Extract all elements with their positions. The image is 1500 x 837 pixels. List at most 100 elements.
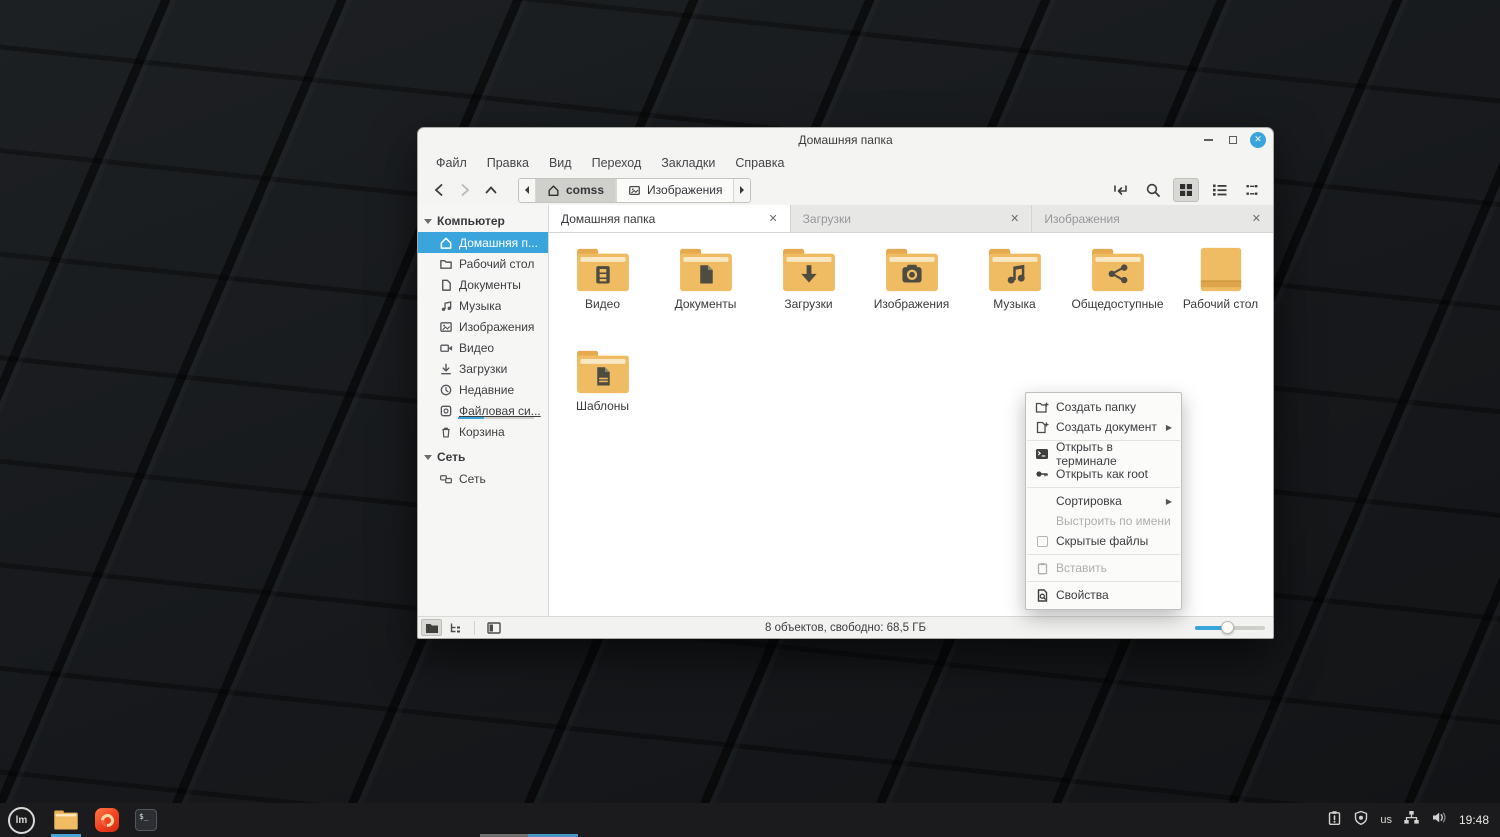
context-item-sort[interactable]: Сортировка ▶ — [1026, 491, 1181, 511]
tab-home[interactable]: Домашняя папка ✕ — [549, 205, 791, 232]
home-icon — [548, 184, 559, 196]
checkbox-icon[interactable] — [1035, 535, 1049, 547]
folder-label: Документы — [674, 297, 737, 311]
menu-separator — [1027, 554, 1180, 555]
menu-edit[interactable]: Правка — [477, 153, 539, 173]
close-button[interactable]: ✕ — [1250, 131, 1266, 148]
folder-templates[interactable]: Шаблоны — [551, 343, 654, 445]
folder-desktop[interactable]: Рабочий стол — [1169, 241, 1272, 343]
folder-icon — [440, 259, 452, 269]
sidebar-item-network[interactable]: Сеть — [418, 468, 548, 489]
terminal-app-icon: $_ — [135, 809, 157, 831]
path-segment-label: comss — [566, 183, 605, 197]
zoom-slider-handle[interactable] — [1221, 621, 1234, 634]
sidebar-item-pictures[interactable]: Изображения — [418, 316, 548, 337]
sidebar-item-videos[interactable]: Видео — [418, 337, 548, 358]
folder-downloads[interactable]: Загрузки — [757, 241, 860, 343]
folder-music[interactable]: Музыка — [963, 241, 1066, 343]
sidebar-item-filesystem[interactable]: Файловая си... — [418, 400, 548, 421]
menu-file[interactable]: Файл — [426, 153, 477, 173]
sidebar-item-music[interactable]: Музыка — [418, 295, 548, 316]
sidebar-section-computer[interactable]: Компьютер — [418, 210, 548, 232]
location-entry-icon — [1113, 184, 1127, 195]
section-header-label: Компьютер — [437, 214, 505, 228]
toolbar-right-group — [1107, 178, 1265, 202]
taskbar-apps: $_ — [51, 803, 159, 837]
zoom-slider[interactable] — [1195, 621, 1265, 634]
folder-label: Шаблоны — [575, 399, 630, 413]
tab-pictures[interactable]: Изображения ✕ — [1032, 205, 1273, 232]
context-item-open-terminal[interactable]: Открыть в терминале — [1026, 440, 1181, 468]
volume-icon[interactable] — [1431, 810, 1448, 830]
search-button[interactable] — [1140, 178, 1166, 202]
sidebar-item-documents[interactable]: Документы — [418, 274, 548, 295]
status-bar: 8 объектов, свободно: 68,5 ГБ — [418, 616, 1273, 638]
maximize-button[interactable] — [1225, 132, 1241, 148]
tab-close-icon[interactable]: ✕ — [768, 212, 777, 225]
sidebar-item-label: Сеть — [459, 471, 486, 486]
tab-bar: Домашняя папка ✕ Загрузки ✕ Изображения … — [549, 205, 1273, 233]
image-icon — [440, 321, 452, 332]
sidebar-item-desktop[interactable]: Рабочий стол — [418, 253, 548, 274]
menu-go[interactable]: Переход — [582, 153, 652, 173]
sidebar-section-network[interactable]: Сеть — [418, 446, 548, 468]
folder-public[interactable]: Общедоступные — [1066, 241, 1169, 343]
sidebar: Компьютер Домашняя п... Рабочий стол Док… — [418, 205, 549, 616]
minimize-button[interactable] — [1200, 132, 1216, 148]
menu-view[interactable]: Вид — [539, 153, 582, 173]
menu-bookmarks[interactable]: Закладки — [651, 153, 725, 173]
icon-view-button[interactable] — [1173, 178, 1199, 202]
context-item-label: Открыть как root — [1056, 467, 1148, 481]
sidebar-item-recent[interactable]: Недавние — [418, 379, 548, 400]
network-icon[interactable] — [1403, 810, 1420, 830]
sidebar-item-home[interactable]: Домашняя п... — [418, 232, 548, 253]
folder-label: Музыка — [993, 297, 1036, 311]
context-item-create-folder[interactable]: Создать папку — [1026, 397, 1181, 417]
folder-documents[interactable]: Документы — [654, 241, 757, 343]
home-icon — [440, 237, 452, 249]
context-item-hidden-files[interactable]: Скрытые файлы — [1026, 531, 1181, 551]
tab-close-icon[interactable]: ✕ — [1010, 212, 1019, 225]
compact-view-button[interactable] — [1239, 178, 1265, 202]
firewall-shield-icon[interactable] — [1353, 810, 1369, 831]
list-view-button[interactable] — [1206, 178, 1232, 202]
taskbar-app-files[interactable] — [51, 803, 81, 837]
path-scroll-right-button[interactable] — [734, 178, 751, 202]
path-segment-home[interactable]: comss — [535, 178, 617, 202]
taskbar: lm $_ us 19:48 — [0, 803, 1500, 837]
expander-triangle-icon — [424, 218, 432, 224]
titlebar[interactable]: Домашняя папка ✕ — [418, 128, 1273, 151]
update-manager-icon[interactable] — [1327, 810, 1342, 831]
back-button[interactable] — [426, 178, 452, 202]
sidebar-item-downloads[interactable]: Загрузки — [418, 358, 548, 379]
keyboard-layout-indicator[interactable]: us — [1380, 814, 1392, 826]
taskbar-app-terminal[interactable]: $_ — [133, 803, 159, 837]
context-item-properties[interactable]: Свойства — [1026, 585, 1181, 605]
tab-label: Домашняя папка — [561, 211, 656, 226]
taskbar-app-firefox[interactable] — [93, 803, 121, 837]
back-icon — [434, 184, 443, 196]
sidebar-item-label: Видео — [459, 340, 495, 355]
chevron-left-icon — [525, 186, 529, 194]
sidebar-item-trash[interactable]: Корзина — [418, 421, 548, 442]
up-button[interactable] — [478, 178, 504, 202]
toggle-location-entry-button[interactable] — [1107, 178, 1133, 202]
forward-button[interactable] — [452, 178, 478, 202]
clock-icon — [440, 384, 452, 395]
folder-videos[interactable]: Видео — [551, 241, 654, 343]
list-view-icon — [1212, 184, 1226, 196]
disk-icon — [440, 405, 452, 416]
context-item-create-document[interactable]: Создать документ ▶ — [1026, 417, 1181, 437]
mint-menu-button[interactable]: lm — [8, 806, 35, 834]
menu-help[interactable]: Справка — [725, 153, 794, 173]
trash-icon — [442, 427, 450, 438]
path-scroll-left-button[interactable] — [519, 178, 535, 202]
folder-pictures[interactable]: Изображения — [860, 241, 963, 343]
clock[interactable]: 19:48 — [1459, 813, 1489, 827]
context-item-label: Вставить — [1056, 561, 1107, 575]
folder-desktop-icon — [1200, 247, 1241, 292]
sidebar-item-label: Домашняя п... — [459, 235, 538, 250]
tab-close-icon[interactable]: ✕ — [1252, 212, 1261, 225]
path-segment-pictures[interactable]: Изображения — [616, 178, 735, 202]
tab-downloads[interactable]: Загрузки ✕ — [791, 205, 1033, 232]
